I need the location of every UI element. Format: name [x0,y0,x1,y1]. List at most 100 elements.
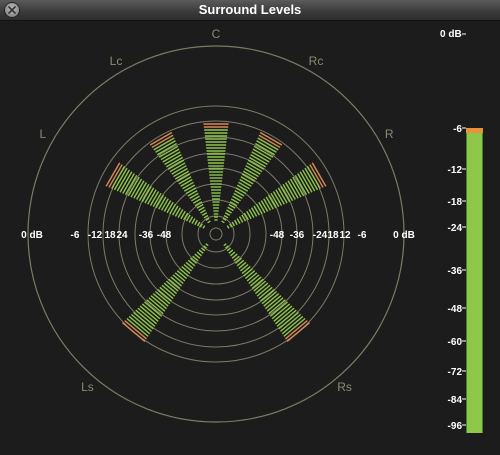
channel-label-rc: Rc [309,54,324,68]
meter-segment [263,198,272,211]
radial-db-label: -36 [139,230,154,241]
master-meter-peak [466,128,483,133]
meter-segment [198,249,204,254]
meter-segment [311,162,327,187]
channel-label-lc: Lc [110,54,123,68]
meter-segment [239,178,252,187]
meter-segment [182,181,194,190]
radial-db-label: -24 [313,230,328,241]
meter-segment [160,198,169,211]
level-ring [181,199,251,269]
meter-segment [244,270,256,280]
meter-segment [286,322,310,342]
meter-segment [113,167,128,191]
meter-segment [238,216,244,223]
radial-db-label: -6 [71,230,80,241]
meter-segment [146,299,164,315]
meter-segment [243,268,253,277]
surround-scope: LLcCRcRLs Rs 0 dB -6 -12 18 24 -36 -48 -48 -36 -24… [21,27,483,433]
surround-levels-window: Surround Levels L Lc C Rc R Ls Rs 0 dB -6 -12 18 2… [0,0,500,455]
radial-db-label: 0 dB [21,230,43,241]
master-level-meter: 0 dB -6 -12 -18 -24 -36 -48 -60 -72 -84 -96 [440,29,483,433]
radial-db-label: 24 [116,230,128,241]
meter-segment [267,194,277,209]
meter-segment [174,272,186,282]
channel-meter-rs [223,243,310,342]
radial-db-label: 18 [327,230,339,241]
channel-meter-ls [122,243,209,342]
radial-db-label: 0 dB [393,230,415,241]
title-bar[interactable]: Surround Levels [0,0,500,21]
meter-segment [223,214,229,219]
radial-db-label: 12 [339,230,351,241]
master-tick-label: -18 [448,197,463,208]
surround-display: L Lc C Rc R Ls Rs 0 dB -6 -12 18 24 -36 -48 -48 -36 -24… [0,21,500,455]
master-tick-label: -48 [448,304,463,315]
master-tick-label: -6 [453,124,462,135]
meter-segment [191,218,196,224]
master-tick-label: -72 [448,367,463,378]
meter-segment [163,200,172,212]
meter-segment [188,216,194,223]
master-tick-label: -24 [448,223,463,234]
master-tick-label: -36 [448,266,463,277]
radial-db-label: 18 [104,230,116,241]
meter-segment [207,220,211,224]
radial-db-label: -36 [290,230,305,241]
meter-segment [111,166,126,189]
meter-segment [198,206,205,212]
meter-segment [179,268,189,277]
window-title: Surround Levels [198,2,302,17]
meter-segment [201,212,208,216]
meter-segment [122,322,146,342]
master-meter-fill [467,128,482,433]
radial-db-label: -48 [157,230,172,241]
channel-label-l: L [39,127,46,141]
meter-segment [224,212,231,216]
meter-segment [238,181,250,190]
meter-segment [306,166,321,189]
radial-db-label: -6 [358,230,367,241]
meter-segment [139,305,159,322]
meter-segment [246,272,258,282]
meter-segment [309,164,324,188]
meter-segment [176,173,191,183]
radial-db-label: -48 [270,230,285,241]
meter-segment [144,301,163,317]
meter-segment [196,251,203,257]
meter-segment [124,320,148,340]
meter-segment [194,253,201,259]
meter-segment [228,249,234,254]
channel-label-ls: Ls [81,380,94,394]
meter-segment [194,219,198,226]
meter-segment [268,299,286,315]
channel-label-rs: Rs [337,380,352,394]
channel-label-c: C [212,27,221,41]
master-tick-label: -84 [448,395,463,406]
meter-segment [241,173,256,183]
meter-segment [202,225,206,229]
master-top-label: 0 dB [440,29,462,40]
channel-label-r: R [385,127,394,141]
meter-segment [203,214,209,219]
meter-segment [284,320,308,340]
meter-segment [269,301,288,317]
master-tick-label: -96 [448,421,463,432]
meter-segment [226,225,230,229]
master-tick-label: -60 [448,337,463,348]
meter-segment [231,221,236,227]
master-tick-label: -12 [448,165,463,176]
meter-segment [223,243,227,247]
meter-segment [149,131,173,146]
meter-segment [155,194,165,209]
meter-segment [273,305,293,322]
meter-segment [236,218,241,224]
meter-segment [227,206,234,212]
meter-segment [234,219,238,226]
radial-db-label: -12 [88,230,103,241]
meter-segment [304,167,319,191]
meter-segment [196,221,201,227]
level-ring [197,215,235,253]
channel-meter-c [203,123,229,221]
meter-segment [260,200,269,212]
